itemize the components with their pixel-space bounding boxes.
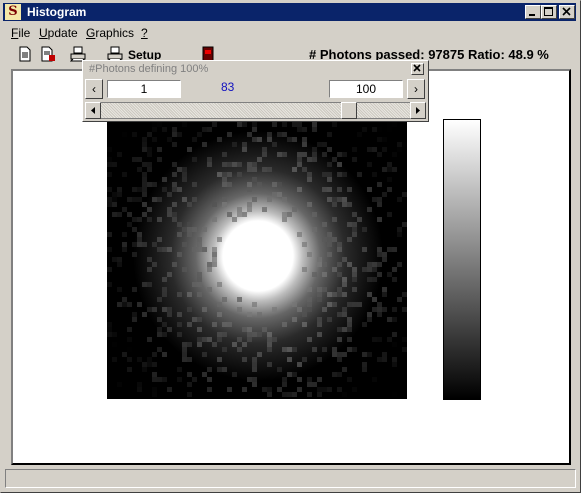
- scroll-right-button[interactable]: [410, 102, 426, 119]
- slider-thumb[interactable]: [340, 102, 357, 119]
- scroll-left-button[interactable]: [85, 102, 101, 119]
- dialog-title-bar[interactable]: #Photons defining 100%: [85, 62, 426, 77]
- close-button[interactable]: [559, 5, 575, 19]
- photon-distribution-image: [107, 97, 407, 399]
- grayscale-colorbar: [443, 119, 481, 400]
- photons-defining-dialog: #Photons defining 100% ‹ 1 83 100 ›: [82, 60, 429, 122]
- right-arrow-icon: [416, 107, 420, 114]
- min-value-field[interactable]: 1: [107, 80, 181, 98]
- new-document-icon[interactable]: [17, 46, 33, 62]
- chevron-right-icon: ›: [414, 82, 418, 96]
- chevron-left-icon: ‹: [92, 82, 96, 96]
- left-arrow-icon: [91, 107, 95, 114]
- close-icon: [562, 7, 571, 16]
- max-value-field[interactable]: 100: [329, 80, 403, 98]
- menu-graphics[interactable]: Graphics: [86, 26, 134, 40]
- maximize-icon: [544, 7, 553, 16]
- photons-slider[interactable]: [85, 102, 426, 119]
- menu-update[interactable]: Update: [39, 26, 78, 40]
- status-bar: [5, 469, 576, 488]
- dialog-title: #Photons defining 100%: [89, 63, 209, 75]
- menu-bar: File Update Graphics ?: [3, 23, 576, 41]
- menu-file[interactable]: File: [11, 26, 30, 40]
- document-red-icon[interactable]: [40, 46, 56, 62]
- dialog-close-button[interactable]: [411, 63, 424, 75]
- close-icon: [413, 64, 421, 72]
- window-title: Histogram: [27, 5, 87, 19]
- maximize-button[interactable]: [541, 5, 557, 19]
- histogram-image: [107, 97, 407, 399]
- title-bar[interactable]: S Histogram: [3, 3, 576, 21]
- current-value-label: 83: [221, 80, 235, 94]
- increment-button[interactable]: ›: [407, 79, 425, 99]
- minimize-button[interactable]: [525, 5, 541, 19]
- menu-help[interactable]: ?: [141, 26, 148, 40]
- minimize-icon: [529, 14, 535, 16]
- decrement-button[interactable]: ‹: [85, 79, 103, 99]
- app-icon[interactable]: S: [5, 4, 21, 20]
